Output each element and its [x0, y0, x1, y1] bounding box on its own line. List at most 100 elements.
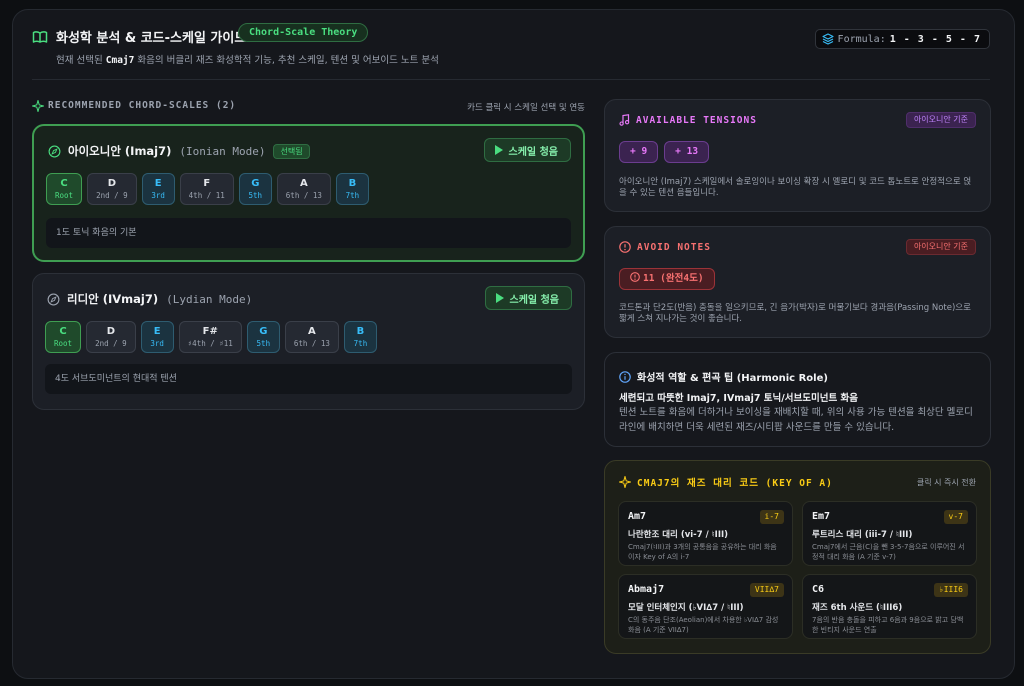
note-name: B: [356, 326, 365, 337]
formula-box: Formula: 1 - 3 - 5 - 7: [814, 29, 990, 49]
note-function: ♯4th / ♯11: [187, 339, 233, 348]
note-chip[interactable]: E 3rd: [140, 321, 174, 353]
scale-notes: C Root D 2nd / 9 E 3rd F# ♯4th / ♯11 G 5th A 6…: [45, 321, 377, 353]
note-chip[interactable]: D 2nd / 9: [86, 321, 136, 353]
sub-chord-description: C의 동주음 단조(Aeolian)에서 차용한 ♭VI∆7 감성 화음 (A …: [628, 616, 779, 634]
note-chip[interactable]: B 7th: [335, 173, 369, 205]
avoid-note-label: 11 (완전4도): [643, 273, 704, 284]
sub-chord-name: Abmaj7: [628, 584, 665, 595]
substitutes-header: CMAJ7의 재즈 대리 코드 (KEY OF A): [619, 475, 833, 489]
page-subtitle: 현재 선택된 Cmaj7 화음의 버클리 재즈 화성학적 기능, 추천 스케일,…: [56, 52, 439, 66]
sub-chord-description: 7음의 반음 충돌을 피하고 6음과 9음으로 밝고 담백한 빈티지 사운드 연…: [812, 616, 964, 634]
sub-chord-name: Am7: [628, 511, 647, 522]
subtitle-prefix: 현재 선택된: [56, 55, 103, 66]
sub-chord-name: C6: [812, 584, 825, 595]
alert-circle-icon: [619, 241, 631, 253]
note-name: B: [348, 178, 357, 189]
tension-chip[interactable]: + 9: [619, 141, 659, 163]
note-chip[interactable]: E 3rd: [141, 173, 175, 205]
note-name: A: [308, 326, 316, 337]
scale-name: 리디안 (IVmaj7): [67, 292, 159, 306]
theory-badge: Chord-Scale Theory: [238, 23, 369, 42]
scale-mode: (Lydian Mode): [166, 292, 253, 306]
sub-chord-card[interactable]: C6 ♭III6 재즈 6th 사운드 (♮III6) 7음의 반음 충돌을 피…: [802, 574, 977, 639]
compass-icon: [48, 145, 61, 157]
note-chip[interactable]: A 6th / 13: [284, 321, 339, 353]
note-chip[interactable]: C Root: [45, 321, 82, 353]
note-chip[interactable]: G 5th: [246, 321, 280, 353]
scale-description: 4도 서브도미넌트의 현대적 텐션: [45, 364, 572, 394]
note-function: 4th / 11: [188, 191, 225, 200]
note-name: G: [259, 326, 268, 337]
formula-label: Formula:: [837, 33, 886, 45]
play-icon: [494, 145, 503, 155]
note-chip[interactable]: G 5th: [238, 173, 272, 205]
page-header: 화성학 분석 & 코드-스케일 가이드 Chord-Scale Theory 현…: [32, 22, 990, 70]
recommended-hint: 카드 클릭 시 스케일 선택 및 연동: [467, 103, 585, 113]
formula-value: 1 - 3 - 5 - 7: [889, 33, 981, 45]
sub-chord-label: 나란한조 대리 (vi-7 / ♮III): [628, 530, 729, 540]
scale-notes: C Root D 2nd / 9 E 3rd F 4th / 11 G 5th A 6th …: [46, 173, 369, 205]
substitutes-hint: 클릭 시 즉시 전환: [916, 478, 976, 487]
tensions-header: AVAILABLE TENSIONS: [619, 114, 757, 126]
note-name: E: [154, 178, 162, 189]
note-function: 3rd: [151, 191, 165, 200]
avoid-basis-tag: 아이오니안 기준: [905, 239, 976, 255]
sub-chord-card[interactable]: Am7 i-7 나란한조 대리 (vi-7 / ♮III) Cmaj7(♮III…: [618, 501, 793, 566]
note-function: 5th: [256, 339, 271, 348]
note-chip[interactable]: F 4th / 11: [179, 173, 234, 205]
note-name: E: [153, 326, 161, 337]
layers-icon: [821, 33, 834, 45]
tensions-title: AVAILABLE TENSIONS: [636, 114, 757, 126]
substitutes-title: CMAJ7의 재즈 대리 코드 (KEY OF A): [637, 478, 833, 489]
note-chip[interactable]: A 6th / 13: [276, 173, 331, 205]
note-name: G: [251, 178, 260, 189]
sub-chord-roman: VII∆7: [749, 583, 784, 597]
sub-chord-roman: v-7: [943, 510, 968, 524]
avoid-card: AVOID NOTES 아이오니안 기준 11 (완전4도) 코드톤과 단2도(…: [604, 226, 991, 338]
note-chip[interactable]: B 7th: [343, 321, 377, 353]
sub-chord-name: Em7: [812, 511, 831, 522]
tension-chip[interactable]: + 13: [664, 141, 710, 163]
note-chip[interactable]: F# ♯4th / ♯11: [178, 321, 242, 353]
play-scale-button[interactable]: 스케일 청음: [484, 286, 572, 310]
scale-card-ionian[interactable]: 아이오니안 (Imaj7) (Ionian Mode) 선택됨 스케일 청음 C…: [32, 124, 585, 262]
play-icon: [495, 293, 504, 303]
scale-description: 1도 토닉 화음의 기본: [46, 218, 571, 248]
role-header: 화성적 역할 & 편곡 팁 (Harmonic Role): [619, 369, 828, 384]
note-function: 6th / 13: [293, 339, 330, 348]
sub-chord-card[interactable]: Abmaj7 VII∆7 모달 인터체인지 (♭VI∆7 / ♮III) C의 …: [618, 574, 793, 639]
avoid-note-chip[interactable]: 11 (완전4도): [619, 268, 715, 290]
note-chip[interactable]: C Root: [46, 173, 83, 205]
sparkle-icon: [619, 476, 631, 488]
compass-icon: [47, 293, 60, 305]
note-name: C: [59, 326, 67, 337]
selected-badge: 선택됨: [273, 143, 310, 159]
note-function: Root: [54, 339, 73, 348]
note-chip[interactable]: D 2nd / 9: [87, 173, 137, 205]
note-function: 6th / 13: [285, 191, 322, 200]
scale-name: 아이오니안 (Imaj7): [68, 144, 172, 158]
scale-mode: (Ionian Mode): [179, 144, 266, 158]
alert-circle-icon: [630, 272, 640, 282]
play-scale-label: 스케일 청음: [509, 294, 559, 306]
note-function: 5th: [248, 191, 263, 200]
note-name: D: [107, 178, 117, 189]
tensions-description: 아이오니안 (Imaj7) 스케일에서 솔로잉이나 보이싱 확장 시 멜로디 및…: [619, 177, 972, 198]
book-icon: [32, 31, 48, 43]
note-function: Root: [55, 191, 74, 200]
note-name: F#: [202, 326, 218, 337]
scale-card-lydian[interactable]: 리디안 (IVmaj7) (Lydian Mode) 스케일 청음 C Root …: [32, 273, 585, 410]
avoid-header: AVOID NOTES: [619, 241, 711, 253]
note-function: 3rd: [150, 339, 164, 348]
sub-chord-roman: i-7: [759, 510, 784, 524]
role-body: 텐션 노트를 화음에 더하거나 보이싱을 재배치할 때, 위의 사용 가능 텐션…: [619, 407, 973, 433]
sub-chord-card[interactable]: Em7 v-7 루트리스 대리 (iii-7 / ♮III) Cmaj7에서 근…: [802, 501, 977, 566]
play-scale-label: 스케일 청음: [508, 146, 558, 158]
substitutes-card: CMAJ7의 재즈 대리 코드 (KEY OF A) 클릭 시 즉시 전환 Am…: [604, 460, 991, 654]
music-note-icon: [619, 114, 630, 126]
sub-chord-label: 재즈 6th 사운드 (♮III6): [812, 603, 903, 613]
sub-chord-roman: ♭III6: [933, 583, 968, 597]
sub-chord-description: Cmaj7에서 근음(C)을 뺀 3-5-7음으로 이루어진 서정적 대리 화음…: [812, 543, 965, 561]
play-scale-button[interactable]: 스케일 청음: [483, 138, 571, 162]
